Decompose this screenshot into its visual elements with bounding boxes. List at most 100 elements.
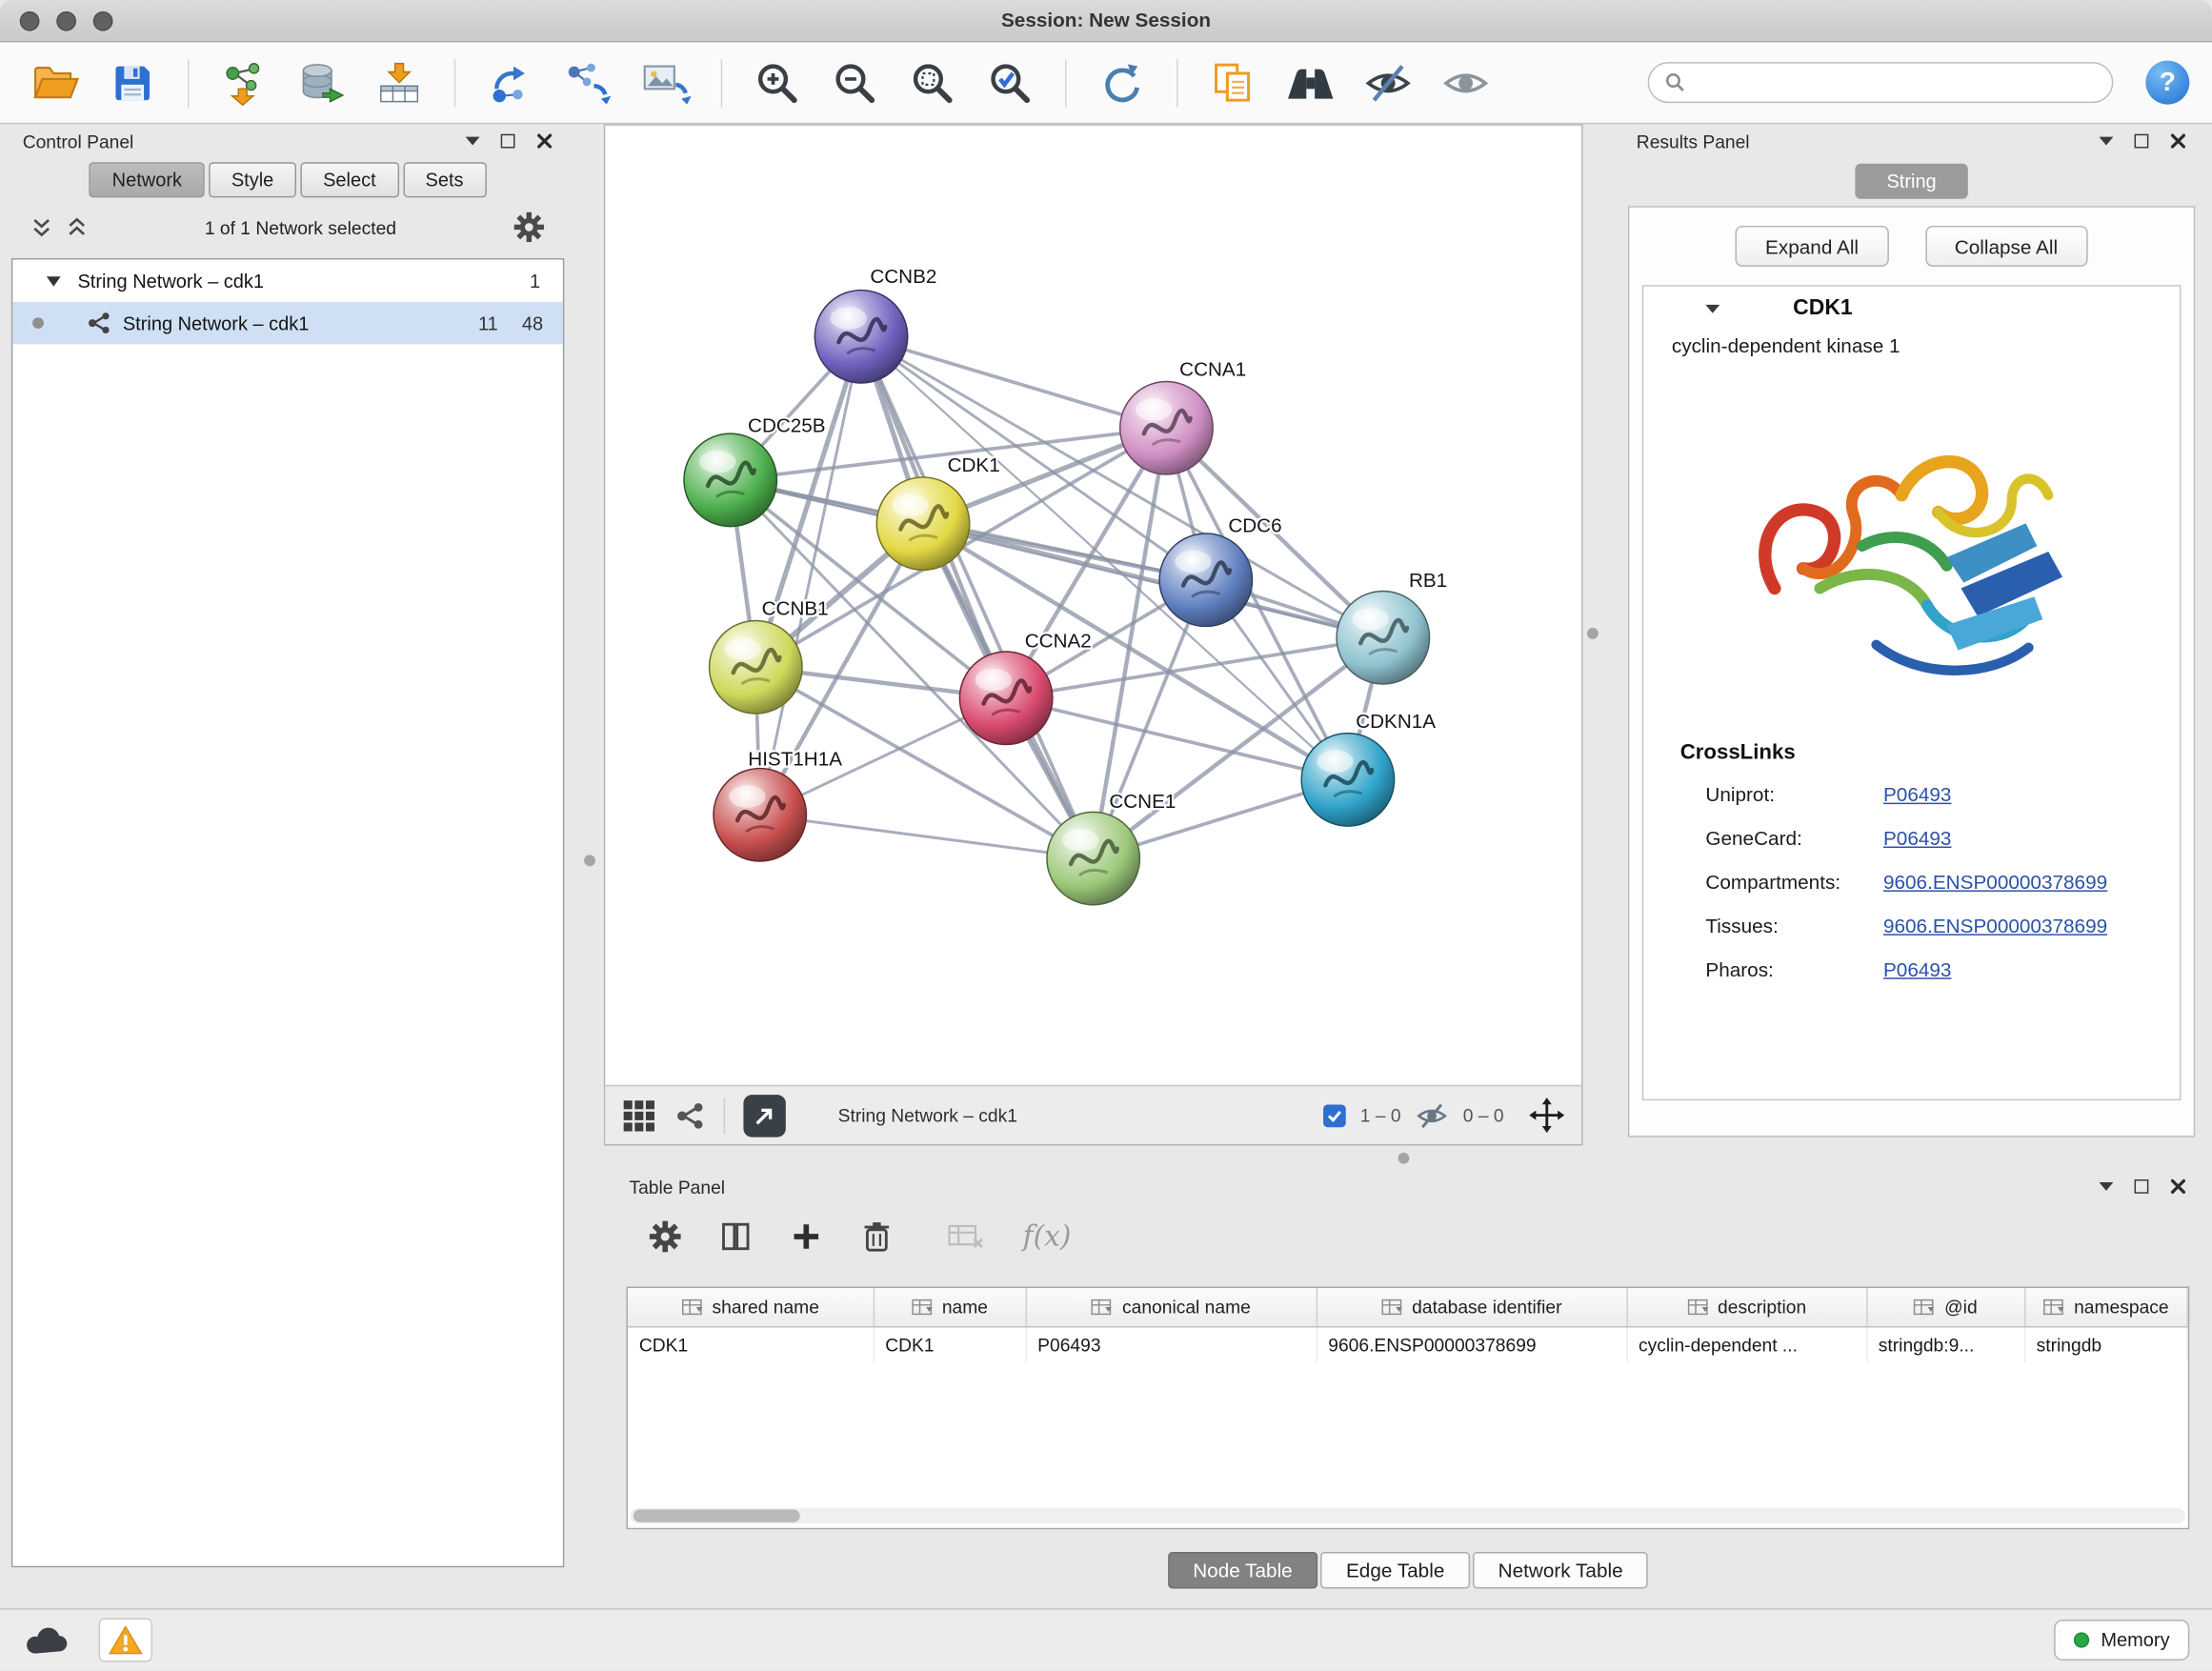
network-edge[interactable] bbox=[1006, 698, 1348, 780]
table-row[interactable]: CDK1 CDK1 P06493 9606.ENSP00000378699 cy… bbox=[628, 1326, 2187, 1363]
network-edge[interactable] bbox=[923, 524, 1383, 638]
network-node-CCNB1[interactable] bbox=[710, 621, 802, 714]
network-node-CDC25B[interactable] bbox=[684, 433, 776, 526]
save-session-icon[interactable] bbox=[100, 50, 165, 115]
copy-document-icon[interactable] bbox=[1200, 50, 1265, 115]
crosslink-link[interactable]: P06493 bbox=[1883, 782, 1951, 805]
network-node-CDK1[interactable] bbox=[876, 477, 969, 570]
gear-icon[interactable] bbox=[513, 211, 545, 243]
tab-select[interactable]: Select bbox=[300, 162, 398, 197]
column-header-description[interactable]: description bbox=[1626, 1288, 1866, 1326]
hide-graphics-details-icon[interactable] bbox=[1356, 50, 1420, 115]
column-header-shared-name[interactable]: shared name bbox=[628, 1288, 874, 1326]
tab-string-results[interactable]: String bbox=[1855, 164, 1967, 199]
network-node-CDKN1A[interactable] bbox=[1301, 734, 1394, 826]
cloud-icon[interactable] bbox=[23, 1623, 70, 1658]
network-edge[interactable] bbox=[760, 815, 1094, 858]
left-splitter-handle[interactable] bbox=[584, 855, 595, 866]
close-panel-icon[interactable] bbox=[536, 132, 553, 150]
network-node-CCNA2[interactable] bbox=[959, 652, 1052, 744]
grid-view-icon[interactable] bbox=[622, 1098, 656, 1133]
export-network-icon[interactable] bbox=[555, 50, 620, 115]
network-canvas[interactable]: CCNB2CCNA1CDC25BCDK1CDC6RB1CCNB1CCNA2CDK… bbox=[605, 126, 1581, 1085]
float-panel-icon[interactable] bbox=[2135, 134, 2149, 149]
show-columns-icon[interactable] bbox=[719, 1219, 752, 1252]
tab-node-table[interactable]: Node Table bbox=[1168, 1552, 1318, 1589]
float-panel-icon[interactable] bbox=[2135, 1179, 2149, 1194]
horizontal-scrollbar-track[interactable] bbox=[631, 1508, 2185, 1523]
collapse-section-icon[interactable] bbox=[1705, 305, 1719, 313]
help-icon[interactable]: ? bbox=[2145, 61, 2189, 105]
network-edge[interactable] bbox=[861, 336, 1166, 428]
column-header-name[interactable]: name bbox=[874, 1288, 1026, 1326]
collapse-all-button[interactable]: Collapse All bbox=[1925, 226, 2088, 267]
network-node-HIST1H1A[interactable] bbox=[714, 769, 806, 861]
bottom-splitter-handle[interactable] bbox=[1398, 1153, 1410, 1164]
import-table-icon[interactable] bbox=[367, 50, 432, 115]
network-edge[interactable] bbox=[760, 336, 861, 815]
panel-menu-icon[interactable] bbox=[2100, 1182, 2114, 1191]
network-node-RB1[interactable] bbox=[1337, 592, 1429, 684]
tab-network-table[interactable]: Network Table bbox=[1473, 1552, 1648, 1589]
network-node-CCNA1[interactable] bbox=[1120, 382, 1213, 474]
panel-menu-icon[interactable] bbox=[466, 137, 480, 146]
column-header-database-identifier[interactable]: database identifier bbox=[1317, 1288, 1627, 1326]
close-panel-icon[interactable] bbox=[2170, 1178, 2187, 1196]
network-collection-row[interactable]: String Network – cdk1 1 bbox=[12, 259, 563, 301]
binoculars-icon[interactable] bbox=[1278, 50, 1343, 115]
zoom-fit-icon[interactable] bbox=[900, 50, 965, 115]
network-node-CDC6[interactable] bbox=[1159, 534, 1252, 626]
tab-style[interactable]: Style bbox=[209, 162, 296, 197]
expand-all-icon[interactable] bbox=[67, 216, 88, 239]
warnings-button[interactable] bbox=[99, 1619, 152, 1662]
network-node-CCNB2[interactable] bbox=[814, 291, 907, 383]
close-panel-icon[interactable] bbox=[2170, 132, 2187, 150]
delete-table-icon-disabled[interactable] bbox=[948, 1221, 985, 1251]
network-row[interactable]: String Network – cdk1 11 48 bbox=[12, 302, 563, 344]
tab-network[interactable]: Network bbox=[90, 162, 205, 197]
right-splitter-handle[interactable] bbox=[1587, 628, 1599, 639]
column-header-id[interactable]: @id bbox=[1866, 1288, 2024, 1326]
import-network-from-file-icon[interactable] bbox=[211, 50, 276, 115]
crosslink-link[interactable]: 9606.ENSP00000378699 bbox=[1883, 870, 2107, 893]
panel-menu-icon[interactable] bbox=[2100, 137, 2114, 146]
network-edge[interactable] bbox=[861, 336, 1094, 858]
zoom-out-icon[interactable] bbox=[822, 50, 887, 115]
crosslink-link[interactable]: P06493 bbox=[1883, 957, 1951, 980]
float-panel-icon[interactable] bbox=[501, 134, 515, 149]
collapse-all-icon[interactable] bbox=[31, 216, 52, 239]
horizontal-scrollbar-thumb[interactable] bbox=[633, 1510, 800, 1522]
table-settings-gear-icon[interactable] bbox=[649, 1219, 681, 1252]
zoom-in-icon[interactable] bbox=[745, 50, 810, 115]
open-in-new-window-icon[interactable] bbox=[743, 1094, 785, 1136]
show-graphics-details-icon[interactable] bbox=[1434, 50, 1498, 115]
network-node-CCNE1[interactable] bbox=[1047, 812, 1139, 904]
expand-all-button[interactable]: Expand All bbox=[1736, 226, 1888, 267]
column-header-namespace[interactable]: namespace bbox=[2024, 1288, 2187, 1326]
crosslink-link[interactable]: P06493 bbox=[1883, 826, 1951, 849]
new-network-from-selection-icon[interactable] bbox=[478, 50, 543, 115]
selected-nodes-checkbox[interactable] bbox=[1323, 1104, 1346, 1127]
share-network-icon[interactable] bbox=[674, 1099, 706, 1131]
import-network-from-database-icon[interactable] bbox=[290, 50, 354, 115]
search-box[interactable] bbox=[1648, 62, 2114, 103]
export-image-icon[interactable] bbox=[633, 50, 698, 115]
open-session-icon[interactable] bbox=[23, 50, 88, 115]
tab-sets[interactable]: Sets bbox=[403, 162, 486, 197]
table-panel-title: Table Panel bbox=[629, 1176, 725, 1197]
column-header-canonical-name[interactable]: canonical name bbox=[1026, 1288, 1317, 1326]
expander-icon[interactable] bbox=[47, 276, 61, 286]
delete-column-trash-icon[interactable] bbox=[860, 1218, 893, 1254]
memory-button[interactable]: Memory bbox=[2054, 1620, 2189, 1661]
crosslink-link[interactable]: 9606.ENSP00000378699 bbox=[1883, 914, 2107, 936]
hidden-elements-icon[interactable] bbox=[1415, 1101, 1449, 1130]
crosshair-icon[interactable] bbox=[1529, 1097, 1564, 1133]
search-input[interactable] bbox=[1696, 72, 2097, 93]
zoom-selected-icon[interactable] bbox=[977, 50, 1042, 115]
tab-edge-table[interactable]: Edge Table bbox=[1320, 1552, 1470, 1589]
node-count: 11 bbox=[478, 312, 498, 333]
apply-layout-icon[interactable] bbox=[1089, 50, 1154, 115]
crosslink-row: Tissues: 9606.ENSP00000378699 bbox=[1705, 903, 2180, 947]
add-column-icon[interactable] bbox=[790, 1219, 822, 1252]
function-builder-icon[interactable]: f(x) bbox=[1023, 1218, 1072, 1253]
